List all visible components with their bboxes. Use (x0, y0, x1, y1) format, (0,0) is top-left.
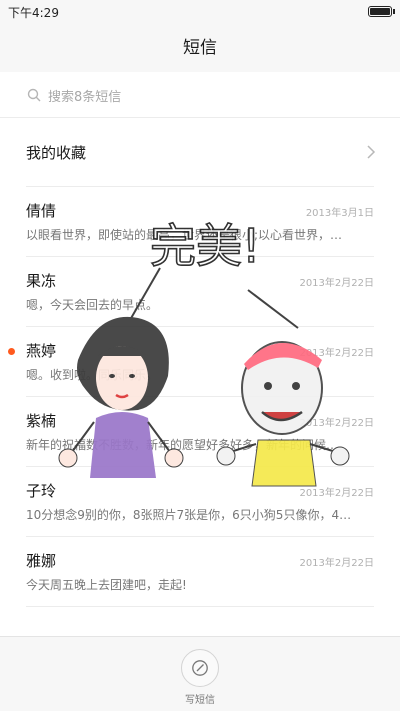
sender-name: 雅娜 (26, 552, 57, 570)
favorites-label: 我的收藏 (26, 144, 87, 162)
battery-tip (393, 9, 395, 14)
sender-name: 紫楠 (26, 412, 57, 430)
status-time: 下午4:29 (8, 6, 59, 20)
message-row[interactable]: 倩倩 2013年3月1日 以眼看世界，即使站的最高，世界还是很小;以心看世界，… (0, 186, 400, 256)
sender-name: 子玲 (26, 482, 57, 500)
message-row[interactable]: 紫楠 2013年2月22日 新年的祝福数不胜数，新年的愿望好多好多，新年的问候… (0, 396, 400, 466)
title-bar: 短信 (0, 24, 400, 72)
sender-name: 果冻 (26, 272, 57, 290)
search-input[interactable]: 搜索8条短信 (48, 86, 121, 105)
message-date: 2013年2月22日 (299, 558, 374, 569)
message-date: 2013年2月22日 (299, 488, 374, 499)
message-preview: 10分想念9别的你，8张照片7张是你，6只小狗5只像你，4… (26, 508, 352, 522)
unread-dot (8, 348, 15, 355)
message-preview: 嗯，今天会回去的早点。 (26, 298, 159, 312)
message-date: 2013年2月22日 (299, 418, 374, 429)
message-row[interactable]: 燕婷 2013年2月22日 嗯。收到啦。同乐同乐。 (0, 326, 400, 396)
message-preview: 新年的祝福数不胜数，新年的愿望好多好多，新年的问候… (26, 438, 339, 452)
search-bar[interactable]: 搜索8条短信 (0, 72, 400, 118)
chevron-right-icon (367, 145, 376, 159)
message-row[interactable]: 雅娜 2013年2月22日 今天周五晚上去团建吧，走起! (0, 536, 400, 606)
divider (26, 606, 374, 607)
message-row[interactable]: 果冻 2013年2月22日 嗯，今天会回去的早点。 (0, 256, 400, 326)
message-row[interactable]: 子玲 2013年2月22日 10分想念9别的你，8张照片7张是你，6只小狗5只像… (0, 466, 400, 536)
message-preview: 今天周五晚上去团建吧，走起! (26, 578, 187, 592)
message-date: 2013年2月22日 (299, 278, 374, 289)
compose-label: 写短信 (185, 695, 215, 706)
compose-icon (192, 660, 208, 676)
message-preview: 以眼看世界，即使站的最高，世界还是很小;以心看世界，… (26, 228, 343, 242)
compose-button[interactable] (181, 649, 219, 687)
message-date: 2013年2月22日 (299, 348, 374, 359)
favorites-entry[interactable]: 我的收藏 (0, 118, 400, 186)
battery-icon (368, 6, 392, 17)
sender-name: 燕婷 (26, 342, 57, 360)
bottom-toolbar: 写短信 (0, 636, 400, 711)
search-icon (27, 88, 41, 102)
status-bar: 下午4:29 (0, 0, 400, 24)
page-title: 短信 (183, 38, 217, 58)
sender-name: 倩倩 (26, 202, 57, 220)
message-date: 2013年3月1日 (305, 208, 374, 219)
message-preview: 嗯。收到啦。同乐同乐。 (26, 368, 159, 382)
